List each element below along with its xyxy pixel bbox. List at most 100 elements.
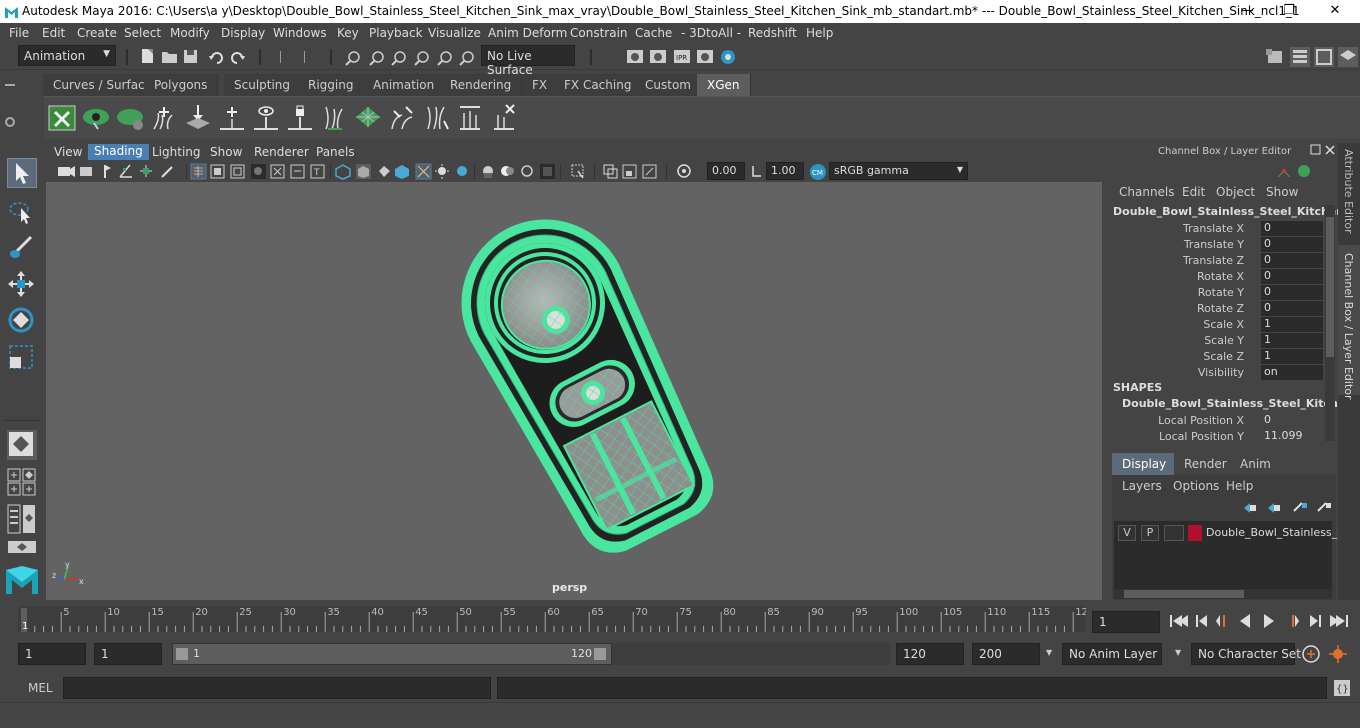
place-guide-icon[interactable] xyxy=(184,103,212,131)
channel-value[interactable]: 0 xyxy=(1261,253,1323,268)
channel-value[interactable]: on xyxy=(1261,365,1323,380)
channel-value[interactable]: 1 xyxy=(1261,333,1323,348)
channel-scale-x[interactable]: Scale X 1 xyxy=(1108,317,1324,333)
menu-anim-deform[interactable]: Anim Deform xyxy=(488,26,567,40)
exposure-field[interactable]: 0.00 xyxy=(707,162,745,180)
menu-constrain[interactable]: Constrain xyxy=(570,26,628,40)
menu-visualize[interactable]: Visualize xyxy=(428,26,481,40)
panel-menu-shading[interactable]: Shading xyxy=(88,144,149,160)
layer-name[interactable]: Double_Bowl_Stainless_S xyxy=(1206,526,1344,539)
channel-local-position-y[interactable]: Local Position Y 11.099 xyxy=(1108,429,1324,445)
sculpt-guide-icon[interactable] xyxy=(218,103,246,131)
lock-guide-icon[interactable] xyxy=(286,103,314,131)
single-perspective-layout[interactable] xyxy=(7,430,37,460)
menu-set-dropdown[interactable]: Animation ▼ xyxy=(18,45,116,66)
current-frame-field[interactable]: 1 xyxy=(1092,611,1160,633)
menu-redshift[interactable]: Redshift xyxy=(748,26,797,40)
range-slider-track[interactable] xyxy=(612,643,890,665)
maximize-button[interactable]: ❐ xyxy=(1266,0,1312,23)
anim-layer-dropdown[interactable]: No Anim Layer xyxy=(1062,643,1162,665)
guide-visibility-icon[interactable] xyxy=(252,103,280,131)
layer-playback-toggle[interactable]: P xyxy=(1141,525,1159,541)
add-guide-icon[interactable] xyxy=(150,103,178,131)
xgen-clear-icon[interactable] xyxy=(116,103,144,131)
xgen-preview-icon[interactable] xyxy=(82,103,110,131)
channel-value[interactable]: 0 xyxy=(1261,413,1323,428)
channel-scale-z[interactable]: Scale Z 1 xyxy=(1108,349,1324,365)
scrollbar-thumb[interactable] xyxy=(1326,217,1334,357)
layer-type-toggle[interactable] xyxy=(1164,525,1184,541)
time-slider[interactable]: 5 10 15 20 25 30 35 40 45 50 55 60 65 70 75 80 85 90 95 100… xyxy=(18,604,1088,634)
minimize-button[interactable]: — xyxy=(1224,0,1270,23)
layer-menu-options[interactable]: Options xyxy=(1173,479,1219,493)
layer-color-swatch[interactable] xyxy=(1188,525,1202,541)
menu-file[interactable]: File xyxy=(9,26,29,40)
chevron-down-icon[interactable]: ▼ xyxy=(1175,648,1181,657)
close-button[interactable]: ✕ xyxy=(1312,0,1358,23)
panel-menu-renderer[interactable]: Renderer xyxy=(254,145,309,159)
menu-modify[interactable]: Modify xyxy=(170,26,210,40)
cb-menu-show[interactable]: Show xyxy=(1266,185,1298,199)
layer-tab-anim[interactable]: Anim xyxy=(1230,453,1282,475)
layer-menu-help[interactable]: Help xyxy=(1226,479,1253,493)
cb-object-name[interactable]: Double_Bowl_Stainless_Steel_Kitchen_... xyxy=(1113,205,1360,218)
channel-local-position-x[interactable]: Local Position X 0 xyxy=(1108,413,1324,429)
panel-menu-panels[interactable]: Panels xyxy=(316,145,355,159)
delete-guide-icon[interactable] xyxy=(490,103,518,131)
panel-menu-lighting[interactable]: Lighting xyxy=(152,145,201,159)
layout-side-icon[interactable] xyxy=(7,504,37,534)
channel-box-tab[interactable]: Channel Box / Layer Editor xyxy=(1338,245,1360,400)
range-slider-left-handle[interactable] xyxy=(176,648,188,660)
animation-start-field[interactable]: 1 xyxy=(18,643,86,665)
channel-translate-y[interactable]: Translate Y 0 xyxy=(1108,237,1324,253)
tab-fx-caching[interactable]: FX Caching xyxy=(554,74,643,96)
guide-length-icon[interactable] xyxy=(456,103,484,131)
cb-menu-channels[interactable]: Channels xyxy=(1119,185,1175,199)
menu-3dtoall[interactable]: - 3DtoAll - xyxy=(681,26,741,40)
layer-tab-display[interactable]: Display xyxy=(1112,453,1174,475)
menu-select[interactable]: Select xyxy=(124,26,161,40)
layer-tab-render[interactable]: Render xyxy=(1174,453,1230,475)
cb-shape-name[interactable]: Double_Bowl_Stainless_Steel_Kitche... xyxy=(1122,397,1358,410)
channel-rotate-y[interactable]: Rotate Y 0 xyxy=(1108,285,1324,301)
channel-value[interactable]: 0 xyxy=(1261,221,1323,236)
command-language-label[interactable]: MEL xyxy=(28,681,53,695)
menu-help[interactable]: Help xyxy=(806,26,833,40)
layer-menu-layers[interactable]: Layers xyxy=(1122,479,1162,493)
key-preference-icons[interactable] xyxy=(1300,643,1356,665)
perspective-viewport[interactable]: x y z persp xyxy=(46,182,1102,600)
channel-translate-x[interactable]: Translate X 0 xyxy=(1108,221,1324,237)
guide-curves-icon[interactable] xyxy=(388,103,416,131)
channel-value[interactable]: 0 xyxy=(1261,237,1323,252)
panel-menu-view[interactable]: View xyxy=(54,145,82,159)
animation-end-field[interactable]: 200 xyxy=(972,643,1040,665)
channel-box-scrollbar[interactable] xyxy=(1325,205,1335,441)
playback-start-field[interactable]: 1 xyxy=(94,643,162,665)
cb-menu-object[interactable]: Object xyxy=(1216,185,1255,199)
select-tool[interactable] xyxy=(7,158,37,188)
rotate-tool[interactable] xyxy=(7,306,37,336)
tab-sculpting[interactable]: Sculpting xyxy=(224,74,302,96)
groom-icon[interactable] xyxy=(422,103,450,131)
menu-playback[interactable]: Playback xyxy=(369,26,423,40)
channel-value[interactable]: 0 xyxy=(1261,269,1323,284)
channel-value[interactable]: 1 xyxy=(1261,349,1323,364)
channel-visibility[interactable]: Visibility on xyxy=(1108,365,1324,381)
menu-key[interactable]: Key xyxy=(337,26,359,40)
channel-value[interactable]: 1 xyxy=(1261,317,1323,332)
channel-rotate-z[interactable]: Rotate Z 0 xyxy=(1108,301,1324,317)
tab-rigging[interactable]: Rigging xyxy=(298,74,365,96)
color-space-dropdown[interactable]: sRGB gamma ▼ xyxy=(829,162,968,180)
channel-box-quick-icons[interactable] xyxy=(1276,163,1316,179)
xgen-editor-icon[interactable] xyxy=(48,103,76,131)
live-surface-field[interactable]: No Live Surface xyxy=(481,45,575,77)
cb-menu-edit[interactable]: Edit xyxy=(1182,185,1205,199)
tab-polygons[interactable]: Polygons xyxy=(144,74,219,96)
panel-menu-show[interactable]: Show xyxy=(210,145,242,159)
shelf-menu-icon[interactable] xyxy=(0,74,20,138)
layer-row[interactable]: V P Double_Bowl_Stainless_S xyxy=(1114,523,1344,543)
menu-create[interactable]: Create xyxy=(77,26,117,40)
menu-edit[interactable]: Edit xyxy=(42,26,65,40)
chevron-down-icon[interactable]: ▼ xyxy=(1046,648,1052,657)
layer-hscrollbar[interactable] xyxy=(1114,589,1332,599)
